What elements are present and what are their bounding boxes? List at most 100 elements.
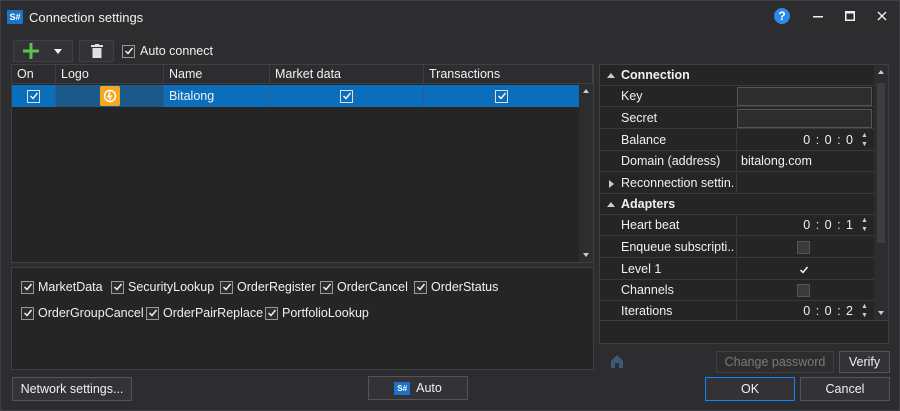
table-row[interactable]: Bitalong: [12, 85, 579, 107]
column-header-market-data[interactable]: Market data: [270, 65, 424, 84]
balance-timespan[interactable]: 0 : 0 : 0: [803, 130, 854, 151]
reconnection-value: [736, 173, 874, 194]
property-row-key[interactable]: Key: [600, 86, 874, 107]
verify-button[interactable]: Verify: [839, 351, 890, 373]
title-bar[interactable]: S# Connection settings ?: [1, 1, 899, 33]
message-option-orderstatus[interactable]: OrderStatus: [414, 280, 498, 294]
iterations-timespan[interactable]: 0 : 0 : 2: [803, 301, 854, 322]
message-checkbox[interactable]: [414, 280, 427, 294]
heartbeat-timespan[interactable]: 0 : 0 : 1: [803, 215, 854, 236]
domain-value[interactable]: bitalong.com: [736, 151, 874, 172]
on-checkbox[interactable]: [27, 89, 40, 103]
network-settings-button[interactable]: Network settings...: [12, 377, 132, 401]
column-header-transactions[interactable]: Transactions: [424, 65, 593, 84]
heartbeat-value[interactable]: 0 : 0 : 1 ▲ ▼: [736, 215, 874, 236]
spinner-icon[interactable]: ▲ ▼: [861, 302, 868, 321]
property-row-reconnection[interactable]: Reconnection settin...: [600, 173, 874, 194]
transactions-checkbox[interactable]: [495, 89, 508, 103]
message-label: PortfolioLookup: [282, 306, 369, 320]
collapse-icon[interactable]: [606, 71, 616, 81]
delete-connection-button[interactable]: [79, 40, 114, 62]
market-data-cell[interactable]: [270, 85, 424, 107]
close-button[interactable]: [869, 5, 895, 27]
category-label: Adapters: [621, 197, 676, 211]
iterations-value[interactable]: 0 : 0 : 2 ▲ ▼: [736, 301, 874, 322]
message-label: SecurityLookup: [128, 280, 215, 294]
message-option-orderregister[interactable]: OrderRegister: [220, 280, 316, 294]
spinner-icon[interactable]: ▲ ▼: [861, 216, 868, 235]
property-description-area: [600, 320, 888, 343]
category-label: Connection: [621, 68, 690, 82]
help-icon[interactable]: ?: [774, 8, 790, 24]
scroll-up-icon[interactable]: [579, 86, 593, 96]
name-cell: Bitalong: [164, 85, 270, 107]
trash-icon: [90, 44, 103, 58]
home-icon[interactable]: [609, 353, 625, 369]
maximize-button[interactable]: [837, 5, 863, 27]
scroll-down-icon[interactable]: [874, 308, 888, 318]
add-connection-button[interactable]: [13, 40, 73, 62]
enqueue-checkbox[interactable]: [797, 241, 810, 254]
message-option-securitylookup[interactable]: SecurityLookup: [111, 280, 214, 294]
check-icon: [497, 92, 506, 100]
property-label: Domain (address): [621, 154, 721, 168]
scroll-up-icon[interactable]: [874, 67, 888, 77]
level1-value: [736, 259, 874, 280]
auto-connect-checkbox[interactable]: [122, 44, 135, 58]
change-password-button[interactable]: Change password: [716, 351, 834, 373]
balance-value[interactable]: 0 : 0 : 0 ▲ ▼: [736, 130, 874, 151]
property-row-heartbeat[interactable]: Heart beat 0 : 0 : 1 ▲ ▼: [600, 215, 874, 236]
message-checkbox[interactable]: [265, 306, 278, 320]
message-checkbox[interactable]: [21, 306, 34, 320]
message-label: OrderGroupCancel: [38, 306, 144, 320]
maximize-icon: [845, 11, 855, 21]
ok-button[interactable]: OK: [705, 377, 795, 401]
column-header-on[interactable]: On: [12, 65, 56, 84]
transactions-cell[interactable]: [424, 85, 579, 107]
level1-checkbox[interactable]: [797, 263, 810, 276]
connection-settings-window: S# Connection settings ? Auto connect On…: [0, 0, 900, 411]
scroll-down-icon[interactable]: [579, 250, 593, 260]
auto-connect-option[interactable]: Auto connect: [122, 44, 213, 58]
key-input[interactable]: [737, 87, 872, 106]
property-row-level1[interactable]: Level 1: [600, 259, 874, 280]
minimize-button[interactable]: [805, 5, 831, 27]
spinner-icon[interactable]: ▲ ▼: [861, 131, 868, 150]
grid-scrollbar[interactable]: [579, 84, 593, 262]
property-row-domain[interactable]: Domain (address) bitalong.com: [600, 151, 874, 172]
message-option-ordercancel[interactable]: OrderCancel: [320, 280, 408, 294]
property-grid: Connection Key Secret Balance 0 : 0 : 0 …: [599, 64, 889, 344]
message-option-orderpairreplace[interactable]: OrderPairReplace: [146, 306, 263, 320]
property-row-secret[interactable]: Secret: [600, 108, 874, 129]
collapse-icon[interactable]: [606, 200, 616, 210]
column-header-logo[interactable]: Logo: [56, 65, 164, 84]
column-header-name[interactable]: Name: [164, 65, 270, 84]
channels-checkbox[interactable]: [797, 284, 810, 297]
message-checkbox[interactable]: [146, 306, 159, 320]
property-grid-scrollbar[interactable]: [874, 65, 888, 320]
property-label: Reconnection settin...: [621, 176, 735, 190]
property-row-enqueue[interactable]: Enqueue subscripti...: [600, 237, 874, 258]
message-checkbox[interactable]: [320, 280, 333, 294]
check-icon: [113, 283, 122, 291]
scroll-thumb[interactable]: [877, 83, 885, 243]
property-label: Balance: [621, 133, 667, 147]
message-option-portfoliolookup[interactable]: PortfolioLookup: [265, 306, 369, 320]
message-option-marketdata[interactable]: MarketData: [21, 280, 103, 294]
message-checkbox[interactable]: [111, 280, 124, 294]
message-checkbox[interactable]: [220, 280, 233, 294]
on-cell[interactable]: [12, 85, 56, 107]
property-row-iterations[interactable]: Iterations 0 : 0 : 2 ▲ ▼: [600, 301, 874, 322]
expand-icon[interactable]: [606, 179, 616, 189]
category-connection[interactable]: Connection: [600, 65, 874, 86]
secret-input[interactable]: [737, 109, 872, 128]
cancel-button[interactable]: Cancel: [800, 377, 890, 401]
property-row-balance[interactable]: Balance 0 : 0 : 0 ▲ ▼: [600, 130, 874, 151]
auto-button[interactable]: S# Auto: [368, 376, 468, 400]
message-checkbox[interactable]: [21, 280, 34, 294]
property-row-channels[interactable]: Channels: [600, 280, 874, 301]
market-data-checkbox[interactable]: [340, 89, 353, 103]
category-adapters[interactable]: Adapters: [600, 194, 874, 215]
message-option-ordergroupcancel[interactable]: OrderGroupCancel: [21, 306, 144, 320]
bitalong-logo-icon: [99, 86, 120, 106]
